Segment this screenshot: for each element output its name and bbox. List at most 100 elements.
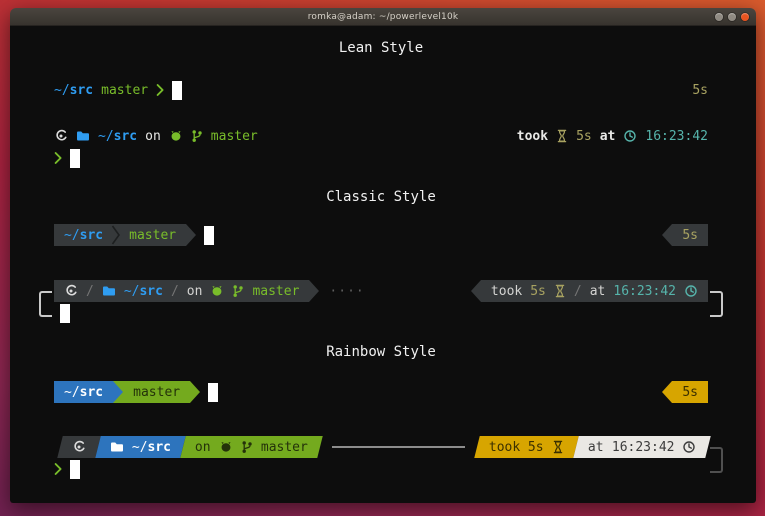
- octopus-icon: [219, 441, 233, 453]
- clock-icon: [684, 284, 698, 298]
- dir-text: ~/src: [54, 83, 93, 98]
- terminal-window: romka@adam: ~/powerlevel10k Lean Style ~…: [10, 8, 756, 503]
- duration-segment: 5s: [672, 224, 708, 246]
- prompt-chevron-icon: [156, 83, 164, 97]
- prompt-frame-left: [39, 291, 52, 317]
- octopus-icon: [210, 285, 224, 297]
- lean-twoline-row1: ~/src on master took 5s at 16:23:42: [54, 125, 708, 147]
- gap-dots: ····: [329, 284, 364, 299]
- dir-segment: ~/src: [54, 381, 113, 403]
- git-branch-icon: [241, 440, 253, 454]
- dir-text: ~/src: [124, 284, 163, 299]
- duration-text: 5s: [576, 129, 592, 144]
- segment-separator-icon: [111, 224, 121, 246]
- rainbow-prompt-oneline: ~/src master 5s: [54, 381, 708, 403]
- on-label: on: [145, 129, 161, 144]
- terminal-content[interactable]: Lean Style ~/src master 5s ~/src on mast…: [10, 26, 756, 503]
- time-text: 16:23:42: [645, 129, 708, 144]
- time-text: 16:23:42: [613, 284, 676, 299]
- powerline-arrow: [662, 224, 672, 246]
- at-label: at: [590, 284, 606, 299]
- branch-name: master: [133, 385, 180, 400]
- cursor-block: [70, 460, 80, 479]
- folder-icon: [110, 440, 124, 454]
- lean-twoline-row2: [54, 147, 708, 169]
- lean-prompt-twoline: ~/src on master took 5s at 16:23:42: [54, 125, 708, 169]
- close-button[interactable]: [741, 13, 749, 21]
- dir-text: ~/src: [98, 129, 137, 144]
- powerline-arrow: [471, 280, 481, 302]
- clock-icon: [623, 129, 637, 143]
- os-segment: [57, 436, 100, 458]
- dir-text: ~/src: [64, 385, 103, 400]
- slash-separator: /: [171, 284, 179, 299]
- powerline-arrow: [186, 224, 196, 246]
- cursor-block: [70, 149, 80, 168]
- git-branch-icon: [191, 129, 203, 143]
- on-label: on: [195, 440, 211, 455]
- window-title: romka@adam: ~/powerlevel10k: [308, 12, 459, 22]
- prompt-frame-right: [710, 447, 723, 473]
- duration-text: 5s: [692, 83, 708, 98]
- window-titlebar[interactable]: romka@adam: ~/powerlevel10k: [10, 8, 756, 26]
- hourglass-icon: [554, 284, 566, 298]
- branch-name: master: [252, 284, 299, 299]
- hourglass-icon: [556, 129, 568, 143]
- os-icon: [54, 129, 68, 143]
- octopus-icon: [169, 130, 183, 142]
- branch-segment: on master: [180, 436, 322, 458]
- classic-twoline-row1: / ~/src / on master ···· took 5s: [54, 280, 708, 302]
- duration-text: 5s: [682, 385, 698, 400]
- heading-lean-style: Lean Style: [54, 40, 708, 57]
- slash-separator: /: [574, 284, 582, 299]
- os-icon: [64, 284, 78, 298]
- at-label: at: [600, 129, 616, 144]
- cursor-block: [172, 81, 182, 100]
- classic-prompt-twoline: / ~/src / on master ···· took 5s: [54, 280, 708, 324]
- window-controls: [715, 8, 749, 25]
- hourglass-icon: [552, 440, 564, 454]
- cursor-block: [60, 304, 70, 323]
- heading-rainbow-style: Rainbow Style: [54, 344, 708, 361]
- took-label: took: [489, 440, 520, 455]
- on-label: on: [187, 284, 203, 299]
- cursor-block: [208, 383, 218, 402]
- classic-prompt-oneline: ~/src master 5s: [54, 224, 708, 246]
- prompt-chevron-icon: [54, 151, 62, 165]
- powerline-arrow: [662, 381, 672, 403]
- time-text: 16:23:42: [611, 440, 674, 455]
- branch-name: master: [211, 129, 258, 144]
- powerline-arrow: [309, 280, 319, 302]
- took-label: took: [491, 284, 522, 299]
- os-icon: [72, 440, 86, 454]
- dir-branch-segment: ~/src master: [54, 224, 186, 246]
- minimize-button[interactable]: [715, 13, 723, 21]
- branch-name: master: [129, 228, 176, 243]
- connector-line: [332, 446, 465, 448]
- clock-icon: [682, 440, 696, 454]
- heading-classic-style: Classic Style: [54, 189, 708, 206]
- folder-icon: [76, 129, 90, 143]
- rainbow-twoline-row1: ~/src on master took 5s at 16:23:42: [60, 436, 708, 458]
- took-label: took: [517, 129, 548, 144]
- branch-name: master: [261, 440, 308, 455]
- duration-segment: 5s: [672, 381, 708, 403]
- prompt-frame-right: [710, 291, 723, 317]
- context-segment: / ~/src / on master: [54, 280, 309, 302]
- dir-text: ~/src: [64, 228, 103, 243]
- rainbow-twoline-row2: [54, 458, 708, 480]
- maximize-button[interactable]: [728, 13, 736, 21]
- dir-text: ~/src: [132, 440, 171, 455]
- lean-prompt-oneline: ~/src master 5s: [54, 79, 708, 101]
- cursor-block: [204, 226, 214, 245]
- folder-icon: [102, 284, 116, 298]
- git-branch-icon: [232, 284, 244, 298]
- classic-twoline-row2: [54, 302, 708, 324]
- powerline-arrow: [190, 381, 200, 403]
- at-label: at: [588, 440, 604, 455]
- duration-text: 5s: [528, 440, 544, 455]
- duration-segment: took 5s: [474, 436, 578, 458]
- duration-text: 5s: [682, 228, 698, 243]
- slash-separator: /: [86, 284, 94, 299]
- status-segment: took 5s / at 16:23:42: [481, 280, 708, 302]
